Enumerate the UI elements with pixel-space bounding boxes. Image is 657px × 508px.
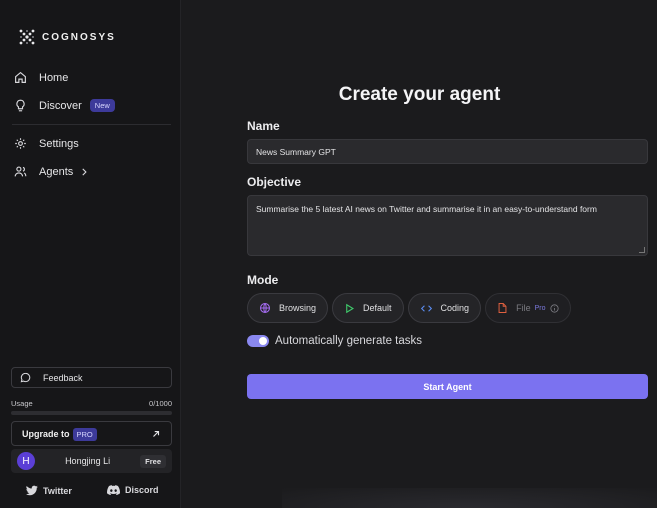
file-icon [498,303,507,313]
discord-label: Discord [125,485,159,495]
sidebar-item-discover[interactable]: Discover New [14,99,115,112]
twitter-link[interactable]: Twitter [26,485,72,496]
home-icon [15,71,26,83]
info-icon[interactable] [549,303,559,313]
lightbulb-icon [16,99,25,112]
mode-label-text: Browsing [279,303,317,313]
usage-progress-bar [11,411,172,415]
objective-textarea-value: Summarise the 5 latest AI news on Twitte… [256,204,597,214]
mode-default-button[interactable]: Default [332,293,404,323]
users-icon [14,166,27,177]
usage-row: Usage 0/1000 [11,399,172,408]
upgrade-label: Upgrade to [22,428,70,439]
objective-textarea[interactable]: Summarise the 5 latest AI news on Twitte… [247,195,648,256]
mode-label: Mode [247,273,279,287]
globe-icon [259,302,271,314]
sidebar-item-home[interactable]: Home [14,71,68,84]
start-agent-button[interactable]: Start Agent [247,374,648,399]
pro-badge: Pro [534,304,546,312]
main-panel: Create your agent Name News Summary GPT … [182,0,657,508]
auto-tasks-label: Automatically generate tasks [275,335,423,347]
sidebar-item-label: Home [39,71,69,84]
twitter-icon [26,485,38,496]
mode-browsing-button[interactable]: Browsing [247,293,329,323]
gear-icon [15,138,26,149]
mode-selector: Browsing Default Coding File Pro [247,293,571,323]
sidebar-item-settings[interactable]: Settings [14,137,79,150]
feedback-label: Feedback [43,372,83,383]
discord-link[interactable]: Discord [107,485,159,495]
play-icon [346,303,355,313]
name-input[interactable]: News Summary GPT [247,139,648,164]
upgrade-button[interactable]: Upgrade to PRO [11,421,172,446]
plan-badge: Free [140,454,166,468]
usage-label: Usage [11,399,33,408]
brand-name: COGNOSYS [42,31,116,43]
new-badge: New [89,99,115,112]
chevron-right-icon [82,167,87,176]
sidebar-item-label: Discover [39,99,82,112]
mode-file-button[interactable]: File Pro [485,293,571,323]
twitter-label: Twitter [43,485,72,496]
sidebar-item-label: Agents [39,165,74,178]
auto-tasks-row: Automatically generate tasks [247,335,422,347]
auto-tasks-toggle[interactable] [247,335,269,347]
resize-handle[interactable] [639,247,645,253]
code-icon [420,304,432,312]
usage-value: 0/1000 [149,399,172,408]
mode-label-text: Coding [440,303,470,313]
avatar: H [17,452,35,470]
chat-bubble-icon [20,372,31,383]
page-title: Create your agent [338,84,501,105]
logo[interactable]: COGNOSYS [18,28,116,46]
name-input-value: News Summary GPT [256,146,336,157]
cognosys-logo-icon [19,29,35,45]
sidebar-divider [12,124,171,125]
mode-coding-button[interactable]: Coding [407,293,482,323]
user-profile[interactable]: H Hongjing Li Free [11,449,172,473]
upgrade-text: Upgrade to PRO [22,427,97,441]
arrow-up-right-icon [153,430,160,437]
objective-label: Objective [247,175,302,189]
sidebar-item-label: Settings [39,137,79,150]
feedback-button[interactable]: Feedback [11,367,172,388]
discord-icon [107,485,120,495]
sidebar-item-agents[interactable]: Agents [14,165,89,178]
pro-badge: PRO [72,427,97,441]
sidebar: COGNOSYS Home Discover New Settings Agen… [0,0,181,508]
mode-label-text: Default [363,303,392,313]
user-name: Hongjing Li [65,456,111,466]
background-glow [282,488,657,508]
mode-label-text: File [516,303,531,313]
name-label: Name [247,119,280,133]
